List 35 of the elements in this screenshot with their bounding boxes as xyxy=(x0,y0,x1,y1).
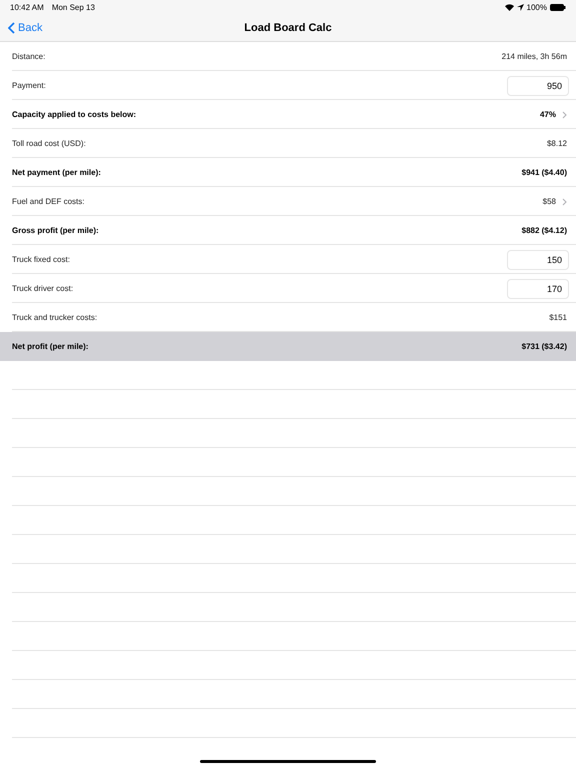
number-field[interactable]: 170 xyxy=(507,278,569,298)
row-label: Truck fixed cost: xyxy=(12,255,71,264)
location-icon xyxy=(516,4,524,10)
chevron-icon xyxy=(562,198,567,206)
back-chevron-icon xyxy=(8,22,15,34)
row-label: Gross profit (per mile): xyxy=(12,226,100,235)
row-label: Truck and trucker costs: xyxy=(12,313,98,322)
battery-percent: 100% xyxy=(526,2,547,12)
row-value: $941 ($4.40) xyxy=(522,168,567,177)
row-label: Toll road cost (USD): xyxy=(12,139,87,148)
row-value: $882 ($4.12) xyxy=(522,226,567,235)
row-value: 214 miles, 3h 56m xyxy=(502,52,567,61)
row-label: Capacity applied to costs below: xyxy=(12,110,138,119)
row-value: $731 ($3.42) xyxy=(522,342,567,351)
status-date: Mon Sep 13 xyxy=(52,2,95,12)
status-time: 10:42 AM xyxy=(10,2,44,12)
table-row[interactable]: Fuel and DEF costs: $58 xyxy=(0,187,576,216)
number-field[interactable]: 150 xyxy=(507,250,569,270)
row-label: Net profit (per mile): xyxy=(12,342,90,351)
number-field[interactable]: 950 xyxy=(507,76,569,96)
row-value: $8.12 xyxy=(546,139,567,148)
row-value: $58 xyxy=(542,197,556,206)
wifi-icon xyxy=(504,4,514,10)
row-label: Truck driver cost: xyxy=(12,284,74,293)
row-label: Payment: xyxy=(12,81,47,90)
nav-title: Load Board Calc xyxy=(244,22,332,34)
row-value: $151 xyxy=(549,313,567,322)
row-value: 47% xyxy=(540,110,556,119)
row-label: Fuel and DEF costs: xyxy=(12,197,86,206)
row-label: Distance: xyxy=(12,52,46,61)
back-button[interactable]: Back xyxy=(8,22,42,34)
chevron-icon xyxy=(562,110,567,118)
row-label: Net payment (per mile): xyxy=(12,168,102,177)
battery-icon xyxy=(550,4,566,10)
table-row[interactable]: Capacity applied to costs below: 47% xyxy=(0,100,576,129)
